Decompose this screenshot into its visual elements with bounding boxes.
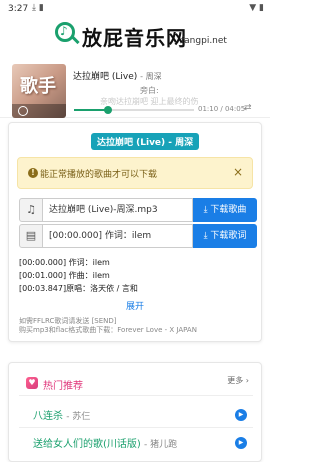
hot-song-title: 送给女人们的歌(川话版) [33,439,141,450]
hot-recommend-title: 热门推荐 [43,381,83,392]
song-title-badge: 达拉崩吧 (Live) - 周深 [91,133,200,150]
heart-icon: ♥ [26,377,38,389]
hot-song-artist: - 猪儿跑 [144,440,178,450]
hot-song-title: 八连杀 [33,411,63,422]
download-song-button[interactable]: ⤓ 下载歌曲 [193,198,257,222]
music-note-icon: ♪ [60,24,68,38]
lyric-download-row: ▤ [00:00.000] 作词：ilem ⤓ 下载歌词 [19,224,257,248]
song-file-field[interactable]: 达拉崩吧 (Live)-周深.mp3 [43,198,193,222]
hot-recommend-card: ♥ 热门推荐 更多 › 八连杀 - 苏仨 ▶ 送给女人们的歌(川话版) - 猪儿… [8,362,262,462]
player-artist: - 周深 [140,72,162,81]
progress-fill [74,109,108,111]
divider [19,395,253,396]
lyric-line: [00:03.847]原唱：洛天依 / 言和 [19,284,138,293]
document-icon: ▤ [19,224,43,248]
play-icon[interactable]: ▶ [235,437,247,449]
loop-icon[interactable]: ⇄ [244,103,252,113]
more-link[interactable]: 更多 › [227,375,249,386]
album-cover[interactable]: 歌手 [12,64,66,118]
music-icon: ♫ [19,198,43,222]
player-time: 01:10 / 04:05 [198,105,246,113]
current-lyric: 旁白: [140,86,159,95]
player-song-title: 达拉崩吧 (Live) - 周深 [73,69,162,82]
magnifier-handle-icon [70,34,80,45]
close-icon[interactable]: × [233,165,243,179]
download-alert: ! 能正常播放的歌曲才可以下载 × [17,157,253,189]
status-bar: 3:27 ⤓ ▮ ▼ ▮ [0,0,270,18]
site-brand-name: 放屁音乐网 [82,26,187,50]
hot-song-artist: - 苏仨 [66,412,91,422]
player-title: 达拉崩吧 (Live) [73,72,138,82]
progress-slider[interactable] [74,106,194,114]
hot-song-item[interactable]: 八连杀 - 苏仨 [33,407,90,422]
play-pause-icon[interactable] [18,106,28,116]
status-time: 3:27 [8,4,29,14]
play-icon[interactable]: ▶ [235,409,247,421]
status-system-icons: ▼ ▮ [249,3,264,13]
audio-player: 歌手 达拉崩吧 (Live) - 周深 旁白: 亲吻达拉崩吧 迎上最终的伤 01… [0,60,270,118]
lyric-line: [00:00.000] 作词：ilem [19,258,110,267]
song-detail-card: 达拉崩吧 (Live) - 周深 ! 能正常播放的歌曲才可以下载 × ♫ 达拉崩… [8,122,262,342]
expand-lyrics-link[interactable]: 展开 [126,299,144,312]
extra-info-line: 购买mp3和flac格式歌曲下载：Forever Love - X JAPAN [19,326,197,334]
lyrics-preview: [00:00.000] 作词：ilem [00:01.000] 作曲：ilem … [19,256,255,295]
lyric-preview-field[interactable]: [00:00.000] 作词：ilem [43,224,193,248]
album-cover-text: 歌手 [20,76,56,97]
info-icon: ! [28,168,38,178]
lyric-line: [00:01.000] 作曲：ilem [19,271,110,280]
alert-message: 能正常播放的歌曲才可以下载 [40,170,158,180]
download-lyric-button[interactable]: ⤓ 下载歌词 [193,224,257,248]
song-extra-info: 如需FFLRC歌词请发送 [SEND] 购买mp3和flac格式歌曲下载：For… [19,317,255,335]
progress-knob[interactable] [103,106,112,114]
song-download-row: ♫ 达拉崩吧 (Live)-周深.mp3 ⤓ 下载歌曲 [19,198,257,222]
next-lyric: 亲吻达拉崩吧 迎上最终的伤 [100,97,199,106]
site-domain: fangpi.net [181,36,227,46]
status-notification-icons: ⤓ ▮ [32,3,44,13]
extra-info-line: 如需FFLRC歌词请发送 [SEND] [19,317,117,325]
hot-song-item[interactable]: 送给女人们的歌(川话版) - 猪儿跑 [33,435,177,450]
divider [19,427,253,428]
